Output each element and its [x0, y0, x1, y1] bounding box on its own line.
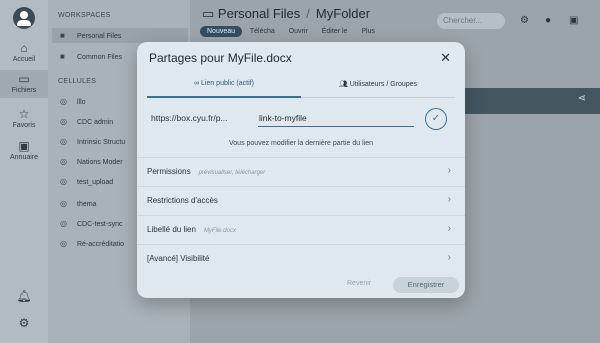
download-button[interactable]: Télécha [250, 28, 275, 35]
row-label: Libellé du lien MyFile.docx [147, 225, 236, 234]
cell-icon: ◎ [60, 199, 67, 208]
row-label: Restrictions d'accès [147, 196, 218, 205]
advanced-visibility-row[interactable]: [Avancé] Visibilité › [137, 244, 465, 272]
cell-icon: ◎ [60, 117, 67, 126]
sidebar-item-label: CDC admin [77, 119, 114, 126]
sidebar-item-label: Intrinsic Structu [77, 139, 126, 146]
check-icon: ✓ [431, 113, 441, 124]
folder-icon: ■ [60, 52, 65, 61]
chevron-right-icon: › [447, 165, 451, 176]
rail-item-label: Favoris [12, 122, 36, 129]
tab-public-link[interactable]: ∞ Lien public (actif) [147, 80, 301, 87]
star-icon: ☆ [18, 107, 30, 121]
cell-icon: ◎ [60, 97, 67, 106]
rail-item-directory[interactable]: ▣ Annuaire [0, 138, 48, 164]
rail-item-label: Annuaire [9, 154, 39, 161]
sidebar-item-label: Ré-accréditatio [77, 241, 125, 248]
left-rail: ⌂ Accueil ▭ Fichiers ☆ Favoris ▣ Annuair… [0, 0, 48, 343]
access-restrictions-row[interactable]: Restrictions d'accès › [137, 186, 465, 214]
folder-icon: ▭ [202, 6, 215, 21]
cell-icon: ◎ [60, 219, 67, 228]
share-dialog: Partages pour MyFile.docx ✕ ∞ Lien publi… [137, 42, 465, 298]
search-input[interactable]: Chercher... [437, 13, 505, 29]
new-button[interactable]: Nouveau [200, 26, 243, 37]
cell-icon: ◎ [60, 239, 67, 248]
chevron-right-icon: › [447, 252, 451, 263]
tab-users-groups[interactable]: 👥︎ Utilisateurs / Groupes [301, 80, 455, 88]
toolbar: Nouveau Télécha Ouvrir Éditer le Plus [200, 26, 387, 37]
info-icon[interactable]: ● [545, 15, 551, 26]
sidebar-item-label: lllo [77, 99, 86, 106]
sidebar-item-label: Common Files [77, 54, 123, 61]
permissions-row[interactable]: Permissions prévisualiser, télécharger › [137, 157, 465, 185]
row-subtitle: MyFile.docx [203, 228, 236, 234]
breadcrumb: ▭ Personal Files / MyFolder [202, 6, 370, 22]
edit-button[interactable]: Éditer le [322, 28, 348, 35]
dialog-title: Partages pour MyFile.docx [149, 51, 292, 65]
home-icon: ⌂ [20, 41, 28, 55]
sidebar-item-label: CDC-test-sync [77, 221, 123, 228]
cells-heading: CELLULES [58, 78, 97, 85]
rail-item-label: Accueil [12, 56, 36, 63]
cell-icon: ◎ [60, 137, 67, 146]
contacts-icon: ▣ [18, 139, 30, 153]
link-label-row[interactable]: Libellé du lien MyFile.docx › [137, 215, 465, 243]
cell-icon: ◎ [60, 157, 67, 166]
row-label: [Avancé] Visibilité [147, 254, 209, 263]
link-hint: Vous pouvez modifier la dernière partie … [229, 140, 373, 147]
bell-icon[interactable]: 🔔︎ [0, 289, 48, 303]
sidebar-item-label: thema [77, 201, 97, 208]
rail-item-label: Fichiers [11, 87, 37, 94]
folder-icon: ▭ [18, 72, 30, 86]
rail-item-home[interactable]: ⌂ Accueil [0, 40, 48, 66]
avatar[interactable] [13, 7, 35, 29]
breadcrumb-item[interactable]: MyFolder [316, 6, 370, 21]
confirm-link-button[interactable]: ✓ [425, 108, 447, 130]
sidebar-item-personal-files[interactable]: ■ Personal Files [52, 28, 188, 43]
chevron-right-icon: › [447, 194, 451, 205]
chevron-right-icon: › [447, 223, 451, 234]
row-title: Restrictions d'accès [147, 196, 218, 205]
sidebar-item-label: test_upload [77, 179, 114, 186]
link-name-input[interactable] [258, 110, 414, 127]
close-icon[interactable]: ✕ [440, 50, 451, 66]
share-icon[interactable]: ⋖ [578, 93, 586, 104]
row-title: [Avancé] Visibilité [147, 254, 210, 263]
row-title: Permissions [147, 167, 191, 176]
save-button[interactable]: Enregistrer [393, 277, 459, 293]
row-title: Libellé du lien [147, 225, 196, 234]
rail-item-files[interactable]: ▭ Fichiers [0, 70, 48, 98]
breadcrumb-item[interactable]: Personal Files [218, 6, 300, 21]
workspaces-heading: WORKSPACES [58, 12, 111, 19]
breadcrumb-separator: / [306, 6, 310, 21]
rail-item-favorites[interactable]: ☆ Favoris [0, 106, 48, 132]
row-label: Permissions prévisualiser, télécharger [147, 167, 265, 176]
more-button[interactable]: Plus [361, 28, 375, 35]
folder-icon: ■ [60, 31, 65, 40]
cell-icon: ◎ [60, 177, 67, 186]
revert-button[interactable]: Revenir [347, 280, 371, 287]
row-subtitle: prévisualiser, télécharger [198, 170, 266, 176]
dialog-tabs: ∞ Lien public (actif) 👥︎ Utilisateurs / … [147, 78, 455, 98]
sidebar-item-label: Nations Moder [77, 159, 123, 166]
sidebar-item-label: Personal Files [77, 33, 122, 40]
active-tab-indicator [147, 96, 301, 98]
open-button[interactable]: Ouvrir [289, 28, 308, 35]
link-url-prefix: https://box.cyu.fr/p... [151, 113, 228, 123]
layout-icon[interactable]: ▣ [569, 15, 578, 26]
gear-icon[interactable]: ⚙ [520, 15, 529, 26]
settings-icon[interactable]: ⚙ [0, 316, 48, 330]
